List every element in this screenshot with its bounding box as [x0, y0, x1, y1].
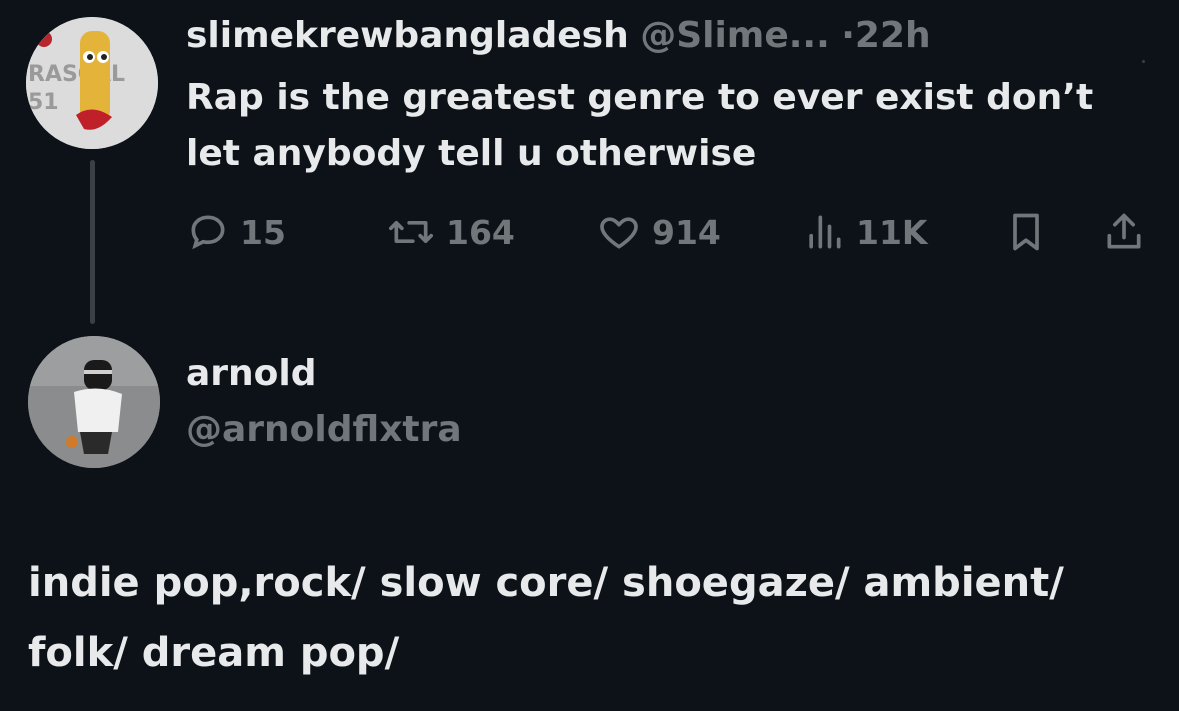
avatar-text-top: RASCAL	[28, 62, 125, 87]
avatar-image: RASCAL 51	[26, 17, 158, 149]
reply-display-name[interactable]: arnold	[186, 350, 317, 398]
display-name[interactable]: slimekrewbangladesh	[186, 15, 629, 56]
tweet-text: Rap is the greatest genre to ever exist …	[186, 77, 1094, 174]
avatar[interactable]	[28, 336, 160, 468]
reply-icon	[191, 215, 225, 250]
reply-handle[interactable]: @arnoldflxtra	[186, 406, 462, 454]
reply-text: indie pop,rock/ slow core/ shoegaze/ amb…	[28, 560, 1064, 676]
screenshot-root: RASCAL 51 slimekrewbangladesh @Slime... …	[0, 0, 1179, 711]
like-button[interactable]: 914	[596, 206, 721, 258]
like-icon	[600, 217, 638, 249]
share-icon	[1107, 213, 1141, 249]
tweet-header: slimekrewbangladesh @Slime... ·22h	[186, 12, 931, 60]
handle[interactable]: @Slime...	[640, 15, 830, 56]
views-button[interactable]: 11K	[802, 206, 928, 258]
bookmark-icon	[1013, 213, 1039, 251]
separator-dot: ·	[841, 15, 855, 56]
views-count: 11K	[856, 212, 928, 252]
timestamp[interactable]: 22h	[855, 15, 931, 56]
reply-button[interactable]: 15	[186, 206, 286, 258]
views-icon	[809, 215, 841, 249]
repost-count: 164	[446, 212, 515, 252]
bookmark-button[interactable]	[1004, 206, 1048, 258]
thread-line	[90, 160, 95, 324]
avatar-text-bottom: 51	[28, 90, 59, 115]
repost-button[interactable]: 164	[386, 206, 515, 258]
avatar-image	[28, 336, 160, 468]
reply-count: 15	[240, 212, 286, 252]
like-count: 914	[652, 212, 721, 252]
divider-dot	[1142, 60, 1145, 63]
avatar[interactable]: RASCAL 51	[26, 17, 158, 149]
share-button[interactable]	[1102, 206, 1146, 258]
tweet-actions: 15 164 914 11K	[186, 206, 1151, 258]
repost-icon	[389, 221, 433, 243]
